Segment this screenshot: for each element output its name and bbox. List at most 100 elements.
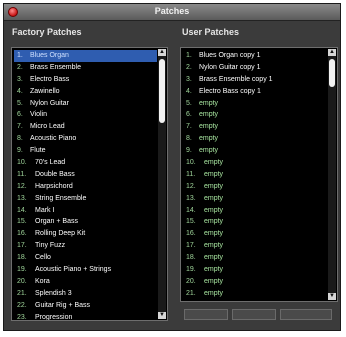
patch-name: empty <box>199 99 219 107</box>
factory-patch-item[interactable]: 19. Acoustic Piano + Strings <box>14 264 157 276</box>
factory-patches-list[interactable]: 1. Blues Organ 2. Brass Ensemble 3. Electro B… <box>11 47 168 321</box>
factory-patch-item[interactable]: 6. Violin <box>14 109 157 121</box>
user-patch-item[interactable]: 9. empty <box>183 145 327 157</box>
user-patch-item[interactable]: 7. empty <box>183 121 327 133</box>
user-patch-item[interactable]: 12. empty <box>183 181 327 193</box>
patch-number: 9. <box>17 147 23 155</box>
scroll-down-icon[interactable]: ▼ <box>328 293 336 300</box>
user-patch-item[interactable]: 14. empty <box>183 205 327 217</box>
factory-patch-item[interactable]: 11. Double Bass <box>14 169 157 181</box>
patch-number: 23. <box>17 313 27 321</box>
patch-number: 5. <box>186 99 192 107</box>
patch-number: 15. <box>17 218 27 226</box>
patch-number: 1. <box>186 52 192 59</box>
user-patch-item[interactable]: 5. empty <box>183 98 327 110</box>
patch-number: 20. <box>186 277 196 285</box>
patch-name: Harpsichord <box>35 182 73 190</box>
user-patches-list[interactable]: 1. Blues Organ copy 1 2. Nylon Guitar copy … <box>180 47 338 302</box>
factory-patch-item[interactable]: 8. Acoustic Piano <box>14 133 157 145</box>
factory-patch-item[interactable]: 17. Tiny Fuzz <box>14 240 157 252</box>
user-action-button-2[interactable] <box>232 309 276 320</box>
patch-number: 11. <box>17 170 27 178</box>
patch-number: 8. <box>186 135 192 143</box>
patch-number: 14. <box>186 206 196 214</box>
patch-name: Zawinello <box>30 87 60 95</box>
patch-name: empty <box>204 218 224 226</box>
user-patch-item[interactable]: 19. empty <box>183 264 327 276</box>
user-patch-item[interactable]: 10. empty <box>183 157 327 169</box>
user-patch-item[interactable]: 1. Blues Organ copy 1 <box>183 50 327 62</box>
user-action-button-3[interactable] <box>280 309 332 320</box>
patch-name: empty <box>204 159 224 167</box>
title-bar[interactable]: Patches <box>4 4 340 21</box>
patch-number: 8. <box>17 135 23 143</box>
patch-name: Electro Bass <box>30 75 70 83</box>
patch-number: 9. <box>186 147 192 155</box>
patch-number: 19. <box>186 266 196 274</box>
factory-scrollbar[interactable]: ▲ ▼ <box>158 49 166 319</box>
patch-name: Acoustic Piano + Strings <box>35 266 112 274</box>
patch-name: Cello <box>35 254 51 262</box>
patch-number: 3. <box>186 75 192 83</box>
patch-name: Splendish 3 <box>35 289 72 297</box>
factory-patch-item[interactable]: 2. Brass Ensemble <box>14 62 157 74</box>
factory-scroll-thumb[interactable] <box>159 59 165 123</box>
patch-number: 12. <box>17 182 27 190</box>
patch-number: 16. <box>17 230 27 238</box>
factory-patch-item[interactable]: 22. Guitar Rig + Bass <box>14 300 157 312</box>
factory-patch-item[interactable]: 15. Organ + Bass <box>14 216 157 228</box>
patch-number: 19. <box>17 266 27 274</box>
factory-patch-item[interactable]: 10. 70's Lead <box>14 157 157 169</box>
factory-patch-item[interactable]: 23. Progression <box>14 312 157 321</box>
scroll-up-icon[interactable]: ▲ <box>328 49 336 56</box>
user-action-button-1[interactable] <box>184 309 228 320</box>
user-patch-item[interactable]: 3. Brass Ensemble copy 1 <box>183 74 327 86</box>
factory-patch-item[interactable]: 7. Micro Lead <box>14 121 157 133</box>
user-patch-item[interactable]: 2. Nylon Guitar copy 1 <box>183 62 327 74</box>
factory-patch-item[interactable]: 21. Splendish 3 <box>14 288 157 300</box>
user-patch-item[interactable]: 21. empty <box>183 288 327 300</box>
patch-name: Nylon Guitar copy 1 <box>199 63 261 71</box>
user-patch-item[interactable]: 6. empty <box>183 109 327 121</box>
factory-patch-item[interactable]: 16. Rolling Deep Kit <box>14 228 157 240</box>
patch-number: 17. <box>186 242 196 250</box>
patch-name: empty <box>199 135 219 143</box>
factory-patch-item[interactable]: 3. Electro Bass <box>14 74 157 86</box>
user-patch-item[interactable]: 18. empty <box>183 252 327 264</box>
factory-patch-item[interactable]: 9. Flute <box>14 145 157 157</box>
user-scrollbar[interactable]: ▲ ▼ <box>328 49 336 300</box>
patch-number: 22. <box>17 301 27 309</box>
patch-number: 12. <box>186 182 196 190</box>
user-patch-item[interactable]: 11. empty <box>183 169 327 181</box>
user-patch-item[interactable]: 13. empty <box>183 193 327 205</box>
factory-patch-item[interactable]: 5. Nylon Guitar <box>14 98 157 110</box>
patch-number: 4. <box>186 87 192 95</box>
factory-patch-item[interactable]: 4. Zawinello <box>14 86 157 98</box>
factory-patch-item[interactable]: 1. Blues Organ <box>14 50 157 62</box>
user-scroll-thumb[interactable] <box>329 59 335 87</box>
patch-number: 16. <box>186 230 196 238</box>
factory-patch-item[interactable]: 13. String Ensemble <box>14 193 157 205</box>
factory-patch-item[interactable]: 14. Mark I <box>14 205 157 217</box>
patch-number: 7. <box>186 123 192 131</box>
patch-number: 15. <box>186 218 196 226</box>
user-patch-item[interactable]: 22.empty <box>183 300 327 301</box>
patch-number: 18. <box>17 254 27 262</box>
patch-name: Blues Organ <box>30 52 69 59</box>
patch-name: Acoustic Piano <box>30 135 77 143</box>
patch-name: Double Bass <box>35 170 75 178</box>
patch-name: empty <box>204 170 224 178</box>
user-patch-item[interactable]: 17. empty <box>183 240 327 252</box>
user-patch-item[interactable]: 20. empty <box>183 276 327 288</box>
scroll-up-icon[interactable]: ▲ <box>158 49 166 56</box>
user-patch-item[interactable]: 16. empty <box>183 228 327 240</box>
patch-number: 3. <box>17 75 23 83</box>
factory-patch-item[interactable]: 20. Kora <box>14 276 157 288</box>
user-patch-item[interactable]: 15. empty <box>183 216 327 228</box>
factory-patch-item[interactable]: 18. Cello <box>14 252 157 264</box>
factory-patch-item[interactable]: 12. Harpsichord <box>14 181 157 193</box>
user-patch-item[interactable]: 4. Electro Bass copy 1 <box>183 86 327 98</box>
scroll-down-icon[interactable]: ▼ <box>158 312 166 319</box>
patch-name: Tiny Fuzz <box>35 242 66 250</box>
user-patch-item[interactable]: 8. empty <box>183 133 327 145</box>
